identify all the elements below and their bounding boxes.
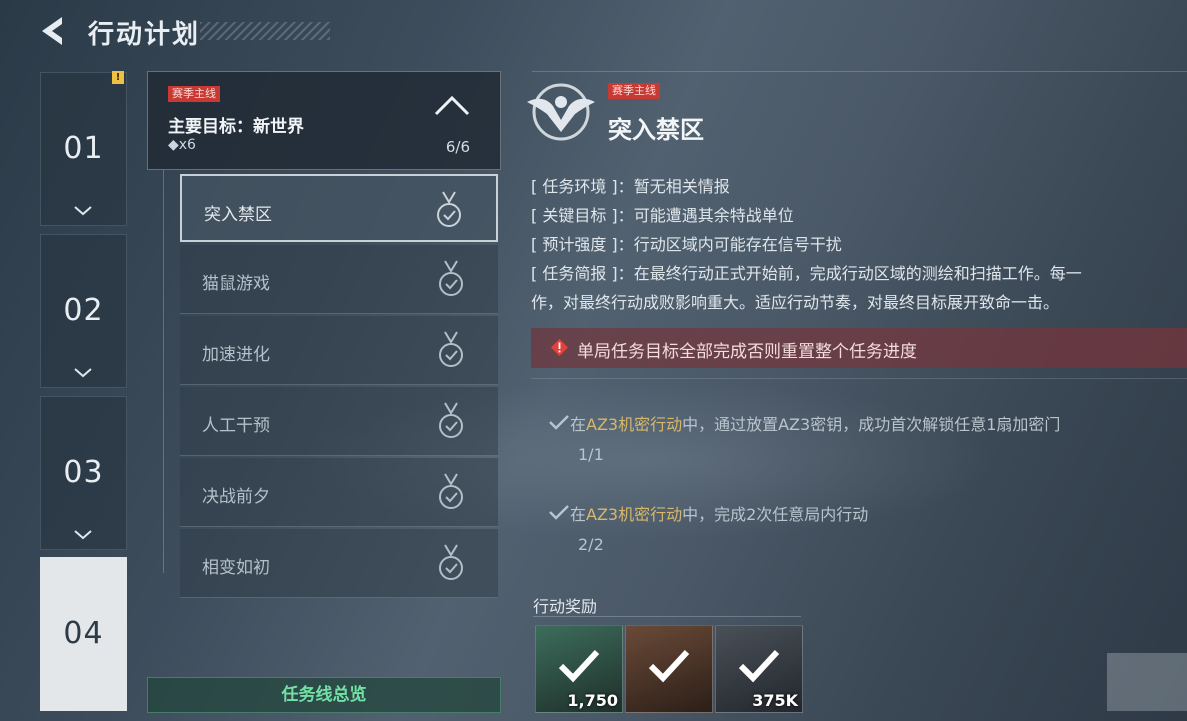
chapter-tab-01[interactable]: 01 — [40, 72, 127, 226]
chapter-number: 03 — [63, 455, 104, 490]
briefing-continued: 作，对最终行动成败影响重大。适应行动节奏，对最终目标展开致命一击。 — [531, 293, 1060, 312]
check-icon — [549, 415, 569, 430]
reward-item[interactable]: 1,750 — [535, 625, 623, 713]
medal-check-icon — [439, 473, 463, 509]
currency-coin-icon — [738, 649, 780, 683]
chapter-number: 04 — [63, 616, 104, 651]
mission-title: 突入禁区 — [608, 116, 704, 144]
task-objective: 在AZ3机密行动中，完成2次任意局内行动 2/2 — [548, 501, 869, 554]
title-hatch-decoration — [200, 22, 330, 40]
warning-banner: 单局任务目标全部完成否则重置整个任务进度 — [531, 328, 1187, 368]
task-count: 1/1 — [578, 445, 604, 464]
divider — [531, 378, 1187, 379]
sub-mission-label: 猫鼠游戏 — [202, 274, 270, 294]
chapter-number: 01 — [63, 131, 104, 166]
mission-tree-line — [163, 170, 164, 573]
info-value: 在最终行动正式开始前，完成行动区域的测绘和扫描工作。每一 — [633, 264, 1082, 283]
main-reward: ◆x6 — [168, 137, 196, 153]
eagle-emblem-icon — [527, 83, 595, 141]
medal-check-icon — [439, 260, 463, 296]
warning-icon — [551, 339, 568, 356]
sub-mission-label: 决战前夕 — [202, 487, 270, 507]
task-text: 中，完成2次任意局内行动 — [682, 505, 869, 524]
season-tag: 赛季主线 — [608, 83, 660, 99]
medal-check-icon — [437, 191, 461, 227]
chevron-up-icon[interactable] — [432, 92, 472, 118]
task-text: 中，通过放置AZ3密钥，成功首次解锁任意1扇加密门 — [682, 415, 1061, 434]
info-key: 关键目标 — [542, 206, 607, 225]
info-value: 可能遭遇其余特战单位 — [633, 206, 794, 225]
sub-mission-item[interactable]: 猫鼠游戏 — [180, 245, 498, 314]
sub-mission-item[interactable]: 相变如初 — [180, 529, 498, 598]
main-goal: 主要目标：新世界 — [168, 117, 304, 137]
chapter-tab-04[interactable]: 04 — [40, 557, 127, 711]
info-row: [ 任务简报 ]：在最终行动正式开始前，完成行动区域的测绘和扫描工作。每一 — [531, 264, 1082, 283]
warning-text: 单局任务目标全部完成否则重置整个任务进度 — [577, 342, 917, 362]
chevron-down-icon — [74, 530, 92, 540]
sub-mission-item[interactable]: 突入禁区 — [180, 174, 498, 242]
sub-mission-label: 突入禁区 — [204, 205, 272, 225]
sub-mission-label: 相变如初 — [202, 558, 270, 578]
gear-pack-icon — [648, 649, 690, 683]
alert-badge: ! — [112, 71, 124, 84]
season-tag: 赛季主线 — [168, 86, 220, 102]
emblem-icon — [558, 649, 600, 683]
info-value: 行动区域内可能存在信号干扰 — [633, 235, 842, 254]
chevron-down-icon — [74, 368, 92, 378]
info-key: 预计强度 — [542, 235, 607, 254]
info-row: [ 任务环境 ]：暂无相关情报 — [531, 177, 730, 196]
chevron-down-icon — [74, 206, 92, 216]
sub-mission-label: 人工干预 — [202, 416, 270, 436]
info-key: 任务环境 — [542, 177, 607, 196]
reward-item[interactable]: 375K — [715, 625, 803, 713]
check-icon — [549, 505, 569, 520]
sub-mission-item[interactable]: 人工干预 — [180, 387, 498, 456]
reward-amount: 375K — [752, 691, 798, 710]
detail-top-rule — [532, 71, 1187, 72]
main-progress: 6/6 — [445, 138, 470, 156]
task-text: 在 — [570, 415, 587, 434]
rewards-title: 行动奖励 — [533, 597, 598, 616]
mission-overview-button[interactable]: 任务线总览 — [147, 677, 501, 713]
info-value: 暂无相关情报 — [633, 177, 730, 196]
main-mission-card[interactable]: 赛季主线 主要目标：新世界 ◆x6 6/6 — [147, 71, 501, 170]
medal-check-icon — [439, 331, 463, 367]
back-arrow-icon[interactable] — [38, 14, 68, 48]
medal-check-icon — [439, 544, 463, 580]
chapter-number: 02 — [63, 293, 104, 328]
task-highlight: AZ3机密行动 — [586, 415, 683, 434]
info-key: 任务简报 — [542, 264, 607, 283]
task-highlight: AZ3机密行动 — [586, 505, 683, 524]
task-objective: 在AZ3机密行动中，通过放置AZ3密钥，成功首次解锁任意1扇加密门 1/1 — [548, 411, 1061, 464]
task-count: 2/2 — [578, 535, 604, 554]
info-row: [ 关键目标 ]：可能遭遇其余特战单位 — [531, 206, 794, 225]
sub-mission-label: 加速进化 — [202, 345, 270, 365]
info-row: [ 预计强度 ]：行动区域内可能存在信号干扰 — [531, 235, 842, 254]
mission-info: [ 任务环境 ]：暂无相关情报 [ 关键目标 ]：可能遭遇其余特战单位 [ 预计… — [531, 172, 1187, 317]
corner-action-button[interactable] — [1107, 653, 1187, 711]
reward-amount: 1,750 — [567, 691, 618, 710]
sub-mission-item[interactable]: 决战前夕 — [180, 458, 498, 527]
page-title: 行动计划 — [88, 20, 201, 50]
chapter-tab-02[interactable]: 02 — [40, 234, 127, 388]
rewards-divider — [533, 616, 801, 617]
chapter-tab-03[interactable]: 03 — [40, 396, 127, 550]
reward-item[interactable] — [625, 625, 713, 713]
medal-check-icon — [439, 402, 463, 438]
task-text: 在 — [570, 505, 587, 524]
sub-mission-item[interactable]: 加速进化 — [180, 316, 498, 385]
